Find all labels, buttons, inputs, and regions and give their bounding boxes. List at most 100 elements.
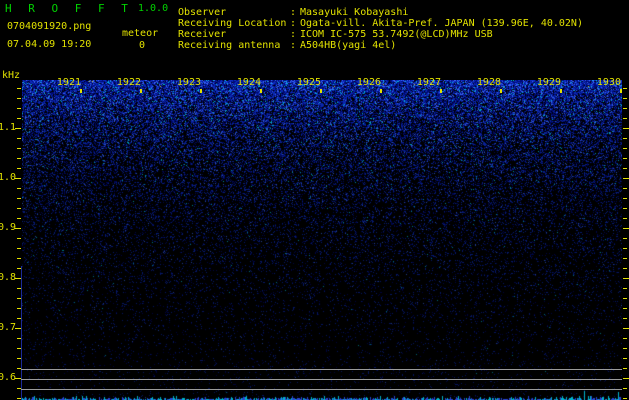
freq-axis-tick-left [17,198,21,199]
info-label: Receiving Location [178,18,287,29]
freq-axis-tick-right [623,388,627,389]
time-axis-label: 1923 [176,77,201,88]
freq-axis-tick-left [15,278,21,279]
freq-axis-tick-left [17,188,21,189]
info-value: A504HB(yagi 4el) [300,40,397,51]
freq-axis-tick-right [623,318,627,319]
meteor-counter-value: 0 [139,40,146,51]
freq-axis-tick-right [623,148,627,149]
info-value: Masayuki Kobayashi [300,7,409,18]
time-axis-tick [140,89,142,93]
time-axis-label: 1927 [416,77,441,88]
freq-axis-tick-left [17,108,21,109]
freq-axis-tick-left [17,398,21,399]
freq-axis-tick-right [623,138,627,139]
freq-axis-label: 0.8 [0,272,17,283]
freq-axis-tick-left [17,148,21,149]
freq-axis-tick-left [17,348,21,349]
freq-axis-tick-right [623,398,627,399]
app-title: H R O F F T [5,2,133,15]
freq-axis-tick-right [623,378,629,379]
freq-axis-tick-left [17,358,21,359]
meteor-counter-label: meteor [122,28,159,39]
freq-axis-tick-left [17,218,21,219]
info-separator: : [290,29,297,40]
freq-axis-tick-left [17,138,21,139]
freq-axis-tick-left [17,338,21,339]
freq-axis-tick-right [623,208,627,209]
time-axis-label: 1930 [596,77,621,88]
station-info: Observer : Masayuki Kobayashi Receiving … [178,7,583,51]
freq-axis-label: 0.7 [0,322,17,333]
freq-axis-tick-right [623,248,627,249]
info-separator: : [290,40,297,51]
time-axis-tick [200,89,202,93]
hrofft-screen: H R O F F T 1.0.0 0704091920.png meteor … [0,0,629,400]
freq-axis-tick-left [17,318,21,319]
reference-level-line [21,379,622,380]
freq-axis-tick-right [623,118,627,119]
freq-axis-tick-right [623,278,629,279]
freq-axis-tick-right [623,178,629,179]
freq-axis-tick-right [623,198,627,199]
freq-axis-tick-left [17,168,21,169]
freq-axis-tick-left [17,208,21,209]
freq-axis-tick-left [17,238,21,239]
station-info-row: Receiver : ICOM IC-575 53.7492(@LCD)MHz … [178,29,583,40]
freq-axis-tick-right [623,158,627,159]
freq-axis-tick-right [623,268,627,269]
time-axis-tick [260,89,262,93]
freq-axis-label: 0.9 [0,222,17,233]
freq-axis-tick-right [623,298,627,299]
freq-axis-tick-right [623,368,627,369]
freq-axis-label: 1.0 [0,172,17,183]
station-info-row: Receiving Location : Ogata-vill. Akita-P… [178,18,583,29]
freq-axis-tick-right [623,218,627,219]
time-axis-label: 1921 [56,77,81,88]
freq-axis-tick-left [17,88,21,89]
freq-axis-tick-left [17,258,21,259]
freq-axis-label: 0.6 [0,372,17,383]
freq-axis-tick-right [623,258,627,259]
freq-axis-tick-left [15,128,21,129]
freq-axis-tick-right [623,98,627,99]
time-axis-tick [500,89,502,93]
time-axis-tick [320,89,322,93]
time-axis-label: 1928 [476,77,501,88]
time-axis-tick [560,89,562,93]
freq-axis-tick-right [623,288,627,289]
info-label: Observer [178,7,227,18]
freq-axis-tick-right [623,168,627,169]
freq-axis-tick-left [17,288,21,289]
time-axis-tick [620,89,622,93]
time-axis-label: 1926 [356,77,381,88]
freq-axis-tick-left [17,248,21,249]
freq-axis-tick-right [623,188,627,189]
freq-axis-tick-left [17,268,21,269]
output-file-name: 0704091920.png [7,21,92,32]
time-axis-tick [80,89,82,93]
freq-axis-tick-right [623,348,627,349]
info-value: ICOM IC-575 53.7492(@LCD)MHz USB [300,29,493,40]
time-axis-tick [380,89,382,93]
time-axis-label: 1922 [116,77,141,88]
freq-axis-tick-right [623,228,629,229]
freq-axis-tick-left [17,158,21,159]
info-label: Receiver [178,29,227,40]
station-info-row: Observer : Masayuki Kobayashi [178,7,583,18]
freq-axis-tick-right [623,88,627,89]
info-separator: : [290,18,297,29]
freq-axis-tick-right [623,238,627,239]
freq-axis-tick-left [15,328,21,329]
freq-axis-tick-left [17,118,21,119]
time-axis-label: 1924 [236,77,261,88]
app-version: 1.0.0 [138,3,169,14]
info-value: Ogata-vill. Akita-Pref. JAPAN (139.96E, … [300,18,583,29]
freq-axis-label: 1.1 [0,122,17,133]
freq-axis-tick-right [623,108,627,109]
info-label: Receiving antenna [178,40,281,51]
spectrogram-canvas [22,80,622,400]
freq-axis-tick-left [15,228,21,229]
freq-axis-tick-left [17,98,21,99]
time-axis-tick [440,89,442,93]
